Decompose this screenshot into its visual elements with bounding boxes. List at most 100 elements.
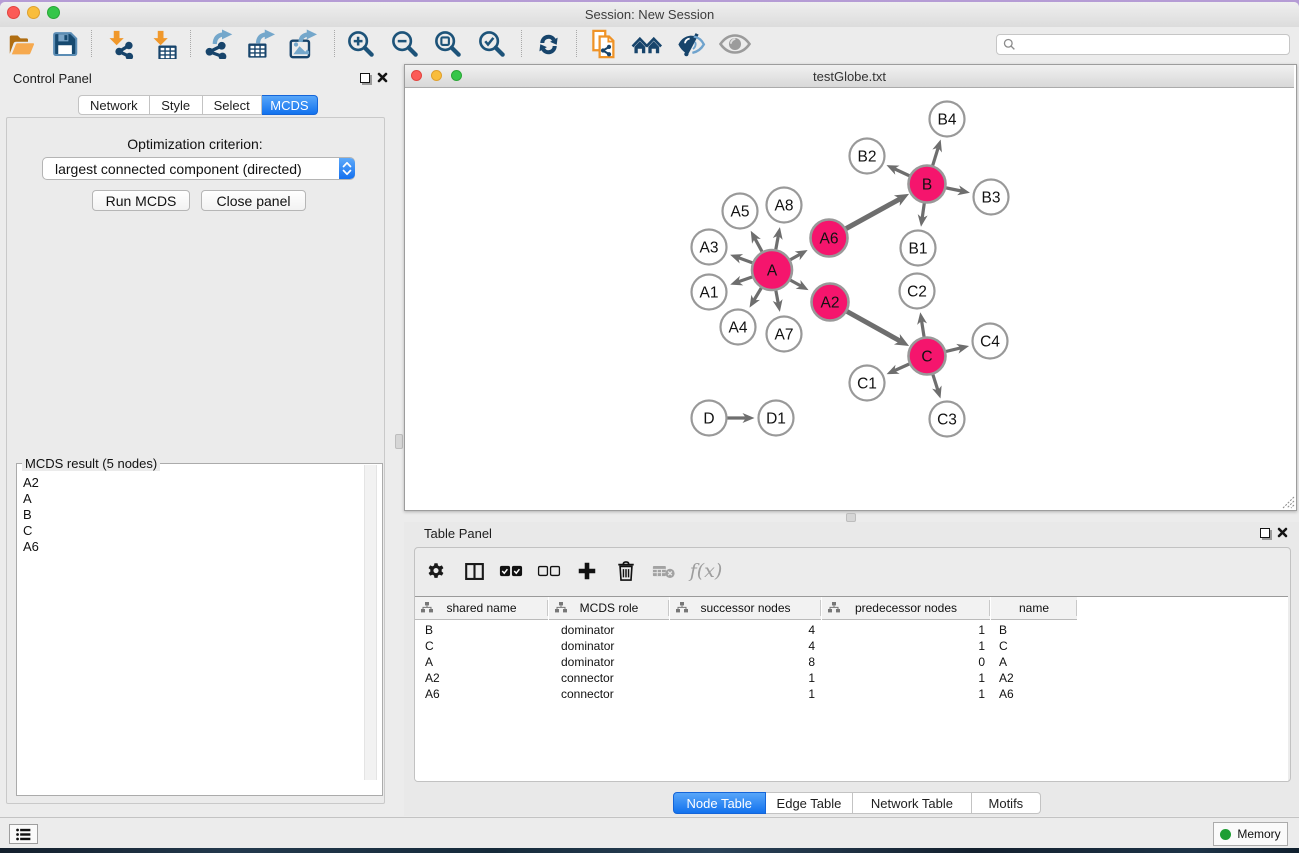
table-cell[interactable]: dominator [561,638,670,654]
zoom-out-button[interactable] [389,28,421,60]
tab-mcds[interactable]: MCDS [262,95,318,115]
import-network-button[interactable] [105,28,137,60]
export-table-button[interactable] [245,28,277,60]
export-network-icon [204,29,234,59]
result-list-item[interactable]: C [17,523,382,539]
save-session-button[interactable] [49,28,81,60]
tab-edge-table[interactable]: Edge Table [766,792,854,814]
splitter-handle[interactable] [395,434,403,449]
result-list-item[interactable]: A2 [17,475,382,491]
column-header-shared-name[interactable]: shared name [415,597,548,620]
split-view-button[interactable] [460,557,488,585]
hide-panel-eye-button[interactable] [675,28,707,60]
table-cell[interactable]: A6 [999,686,1078,702]
close-panel-button[interactable]: Close panel [201,190,306,211]
table-cell[interactable]: 1 [822,622,985,638]
delete-column-button[interactable] [612,557,640,585]
table-cell[interactable]: C [425,638,549,654]
delete-table-button-disabled[interactable] [650,557,678,585]
result-list-item[interactable]: B [17,507,382,523]
run-mcds-button[interactable]: Run MCDS [92,190,190,211]
table-cell[interactable]: C [999,638,1078,654]
tab-network-table[interactable]: Network Table [853,792,971,814]
table-cell[interactable]: B [999,622,1078,638]
export-image-button[interactable] [287,28,319,60]
table-cell[interactable]: 8 [670,654,815,670]
table-cell[interactable]: A2 [999,670,1078,686]
node-table[interactable]: shared nameMCDS role successor nodes prede… [415,596,1288,782]
column-header-successor-nodes[interactable]: successor nodes [670,597,821,620]
zoom-in-button[interactable] [345,28,377,60]
table-cell[interactable]: 1 [822,686,985,702]
table-cell[interactable]: dominator [561,654,670,670]
tab-style[interactable]: Style [150,95,203,115]
graph-node-label: B1 [909,241,928,258]
table-cell[interactable]: A2 [425,670,549,686]
table-cell[interactable]: connector [561,670,670,686]
dropdown-arrows-icon [339,158,355,179]
table-cell[interactable]: 1 [822,670,985,686]
refresh-button[interactable] [532,28,564,60]
graph-node-label: A6 [820,231,839,248]
show-panel-eye-button[interactable] [719,28,751,60]
graph-node-label: C3 [937,412,957,429]
zoom-selected-icon [477,29,507,59]
mcds-result-list[interactable]: A2ABCA6 [17,464,382,795]
close-panel-icon[interactable] [377,72,388,83]
result-list-item[interactable]: A6 [17,539,382,555]
column-tree-icon [828,602,840,613]
criterion-dropdown[interactable]: largest connected component (directed) [42,157,355,180]
column-label: successor nodes [700,601,790,615]
table-cell[interactable]: A [425,654,549,670]
search-box[interactable] [996,34,1290,55]
main-toolbar [0,27,1299,61]
zoom-selected-button[interactable] [476,28,508,60]
result-scrollbar[interactable] [364,465,377,780]
table-cell[interactable]: 4 [670,638,815,654]
tab-select[interactable]: Select [203,95,262,115]
network-window-titlebar[interactable]: testGlobe.txt [405,65,1294,88]
resize-grip-icon[interactable] [1282,496,1295,509]
import-table-button[interactable] [149,28,181,60]
close-table-panel-icon[interactable] [1277,527,1288,538]
table-cell[interactable]: 4 [670,622,815,638]
zoom-fit-button[interactable] [432,28,464,60]
network-view-window[interactable]: testGlobe.txt AA1A2A3A4A5A6A7A8BB1B2B3B4… [404,64,1297,511]
search-input[interactable] [1016,36,1289,53]
table-settings-button[interactable] [422,557,450,585]
network-graph-canvas[interactable]: AA1A2A3A4A5A6A7A8BB1B2B3B4CC1C2C3C4DD1 [405,88,1294,509]
checked-boxes-icon [499,563,523,579]
export-network-button[interactable] [203,28,235,60]
function-builder-button-disabled[interactable]: f(x) [686,557,726,585]
table-cell[interactable]: A6 [425,686,549,702]
column-header-name[interactable]: name [991,597,1077,620]
memory-button[interactable]: Memory [1213,822,1288,846]
table-cell[interactable]: dominator [561,622,670,638]
graph-node-label: B [922,177,932,194]
table-cell[interactable]: A [999,654,1078,670]
titlebar[interactable]: Session: New Session [0,2,1299,28]
table-cell[interactable]: 0 [822,654,985,670]
table-cell[interactable]: connector [561,686,670,702]
table-cell[interactable]: 1 [670,686,815,702]
tab-node-table[interactable]: Node Table [673,792,766,814]
column-header-predecessor-nodes[interactable]: predecessor nodes [822,597,990,620]
tab-network[interactable]: Network [78,95,150,115]
home-button[interactable] [631,28,663,60]
tab-motifs[interactable]: Motifs [972,792,1042,814]
table-cell[interactable]: 1 [822,638,985,654]
status-list-button[interactable] [9,824,38,844]
add-column-button[interactable] [573,557,601,585]
network-file-share-button[interactable] [588,28,620,60]
table-cell[interactable]: B [425,622,549,638]
open-session-button[interactable] [5,28,37,60]
select-all-button[interactable] [497,557,525,585]
table-cell[interactable]: 1 [670,670,815,686]
column-header-MCDS-role[interactable]: MCDS role [549,597,669,620]
vertical-splitter[interactable] [390,60,404,816]
float-panel-icon[interactable] [360,73,370,83]
result-list-item[interactable]: A [17,491,382,507]
deselect-all-button[interactable] [535,557,563,585]
horizontal-splitter-handle[interactable] [846,513,856,522]
float-table-panel-icon[interactable] [1260,528,1270,538]
